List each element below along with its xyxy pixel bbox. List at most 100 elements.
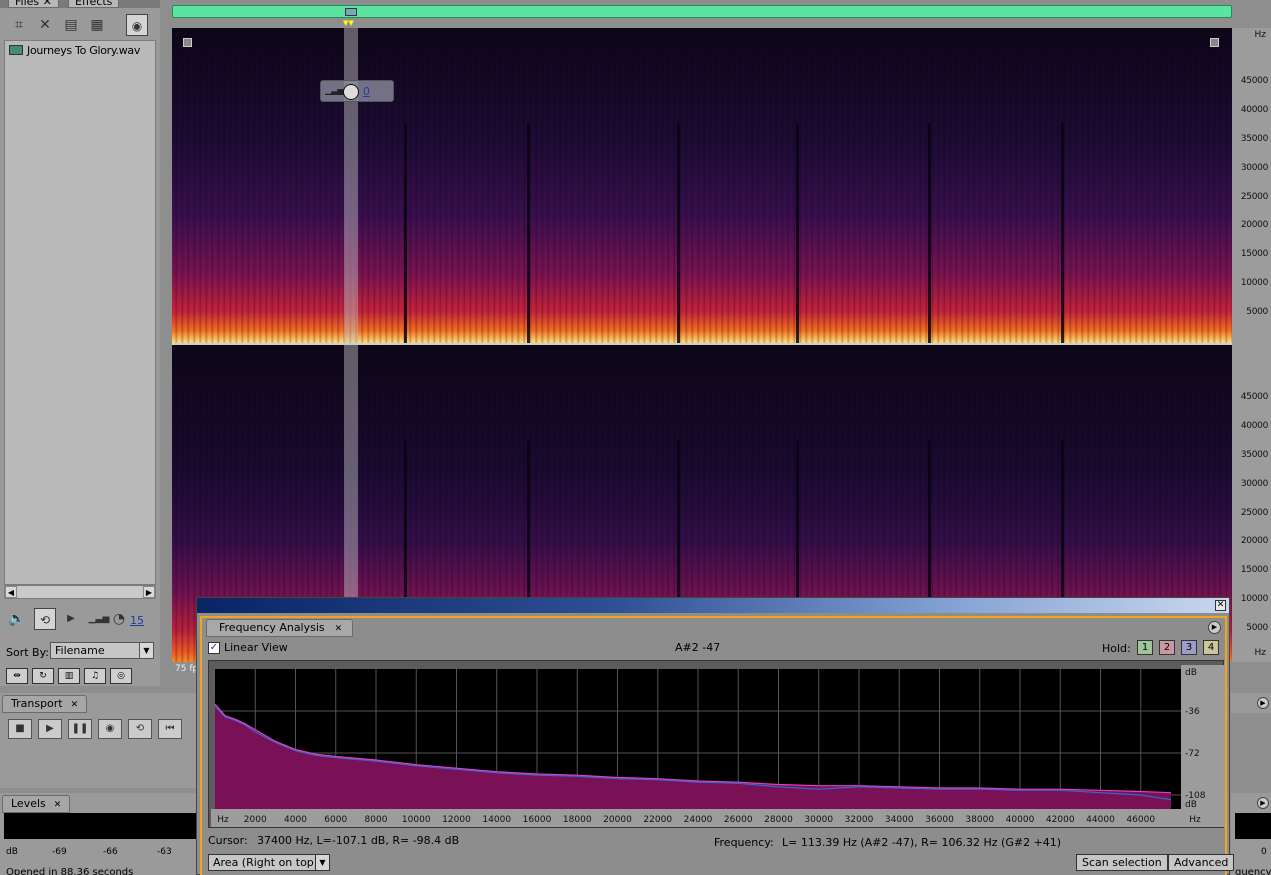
hz-tick-label: 20000 — [1240, 536, 1268, 547]
spectrum-plot-frame: Hz 2000 4000 6000 8000 10000 12000 14000 16000 18… — [208, 660, 1225, 828]
waveform-view-icon[interactable]: ▥ — [58, 668, 80, 684]
hz-tick-label: 40000 — [1240, 104, 1268, 115]
x-tick-label: 24000 — [684, 815, 713, 825]
loop-icon[interactable]: ⟲ — [34, 608, 56, 630]
hz-tick-label: 15000 — [1240, 565, 1268, 576]
show-files-icon[interactable]: ◉ — [126, 14, 148, 36]
x-tick-label: 22000 — [643, 815, 672, 825]
play-from-cursor-button[interactable]: ◉ — [98, 719, 122, 739]
play-preview-icon[interactable]: ▶ — [60, 608, 82, 630]
autoplay-speaker-icon[interactable]: 🔈 — [6, 608, 28, 630]
tab-effects[interactable]: Effects — [68, 0, 120, 8]
panel-menu-icon[interactable]: ▶ — [1257, 697, 1269, 709]
insert-multitrack-icon[interactable]: ▤ — [60, 14, 82, 36]
x-tick-label: 44000 — [1086, 815, 1115, 825]
hz-unit-upper: Hz — [1254, 30, 1267, 40]
x-tick-label: 16000 — [523, 815, 552, 825]
hz-tick-label: 15000 — [1240, 249, 1268, 260]
hold-button-3[interactable]: 3 — [1181, 640, 1197, 655]
hz-tick-label: 45000 — [1240, 76, 1268, 86]
levels-panel: Levels ✕ dB -69 -66 -63 Opened in 88.36 s… — [0, 793, 200, 875]
spectral-editor: ▁▃▅ 0 75 fp ▼▼ Hz 45000 40000 35000 30000 25… — [165, 0, 1271, 686]
linear-view-checkbox[interactable]: ✓ — [208, 642, 220, 654]
graph-type-select[interactable]: Area (Right on top) ▼ — [208, 854, 330, 871]
spectrogram-display[interactable]: ▁▃▅ 0 75 fp — [172, 28, 1232, 674]
hold-button-4[interactable]: 4 — [1203, 640, 1219, 655]
cursor-label: Cursor: — [208, 834, 248, 847]
note-readout: A#2 -47 — [675, 641, 721, 654]
sort-select[interactable]: Filename ▼ — [50, 642, 154, 659]
sort-label: Sort By: — [6, 646, 50, 659]
auto-select-icon[interactable]: ⇹ — [6, 668, 28, 684]
hud-volume-value[interactable]: 0 — [363, 85, 370, 98]
filter-icon[interactable]: ◎ — [110, 668, 132, 684]
x-tick-label: 4000 — [284, 815, 307, 825]
close-icon[interactable]: ✕ — [1215, 600, 1226, 611]
close-icon[interactable]: ✕ — [54, 800, 62, 810]
x-tick-label: 42000 — [1046, 815, 1075, 825]
go-to-start-button[interactable]: ⏮ — [158, 719, 182, 739]
preview-volume-value[interactable]: 15 — [130, 614, 144, 627]
level-meter-right — [1235, 813, 1271, 839]
frequency-analysis-panel: Frequency Analysis ✕ ▶ ✓ Linear View A#2 … — [200, 616, 1235, 875]
hz-tick-label: 45000 — [1240, 392, 1268, 402]
loop-play-button[interactable]: ⟲ — [128, 719, 152, 739]
close-icon[interactable]: ✕ — [335, 624, 343, 634]
open-file-icon[interactable]: ⌗ — [8, 14, 30, 36]
x-tick-label: 36000 — [925, 815, 954, 825]
tab-files[interactable]: Files ✕ — [8, 0, 59, 8]
advanced-button[interactable]: Advanced — [1168, 854, 1235, 871]
x-tick-label: 10000 — [402, 815, 431, 825]
level-tick: dB — [6, 847, 18, 857]
files-tab-strip: Files ✕ Effects — [0, 0, 160, 8]
x-unit-label: Hz — [217, 815, 229, 825]
overview-playhead-handle[interactable] — [345, 8, 357, 16]
left-channel-spectrogram[interactable] — [172, 28, 1232, 343]
x-tick-label: 20000 — [603, 815, 632, 825]
x-tick-label: 40000 — [1006, 815, 1035, 825]
chevron-down-icon: ▼ — [139, 643, 153, 658]
x-tick-label: 18000 — [563, 815, 592, 825]
insert-cd-icon[interactable]: ▦ — [86, 14, 108, 36]
close-icon[interactable]: ✕ — [71, 700, 79, 710]
file-item-journeys-to-glory[interactable]: Journeys To Glory.wav — [27, 44, 140, 57]
tab-levels[interactable]: Levels ✕ — [2, 795, 71, 813]
frequency-analysis-window: ✕ Frequency Analysis ✕ ▶ ✓ Linear View A#… — [196, 597, 1235, 875]
volume-knob-icon[interactable]: ◔ — [108, 608, 130, 630]
level-meter — [4, 813, 200, 839]
tab-transport[interactable]: Transport ✕ — [2, 695, 88, 713]
play-button[interactable]: ▶ — [38, 719, 62, 739]
wav-file-icon — [9, 45, 23, 55]
hz-tick-label: 25000 — [1240, 191, 1268, 202]
file-list-scrollbar[interactable]: ◀ ▶ — [4, 585, 156, 599]
y-tick-label: -36 — [1185, 707, 1200, 717]
scroll-right-icon[interactable]: ▶ — [143, 586, 155, 598]
hold-button-1[interactable]: 1 — [1137, 640, 1153, 655]
playhead-cursor[interactable] — [344, 28, 358, 662]
scan-selection-button[interactable]: Scan selection — [1076, 854, 1168, 871]
close-file-icon[interactable]: ✕ — [34, 14, 56, 36]
level-tick: -63 — [157, 847, 172, 857]
level-tick: -69 — [52, 847, 67, 857]
tab-frequency-analysis[interactable]: Frequency Analysis ✕ — [206, 619, 354, 637]
corner-resize-right-icon[interactable] — [1210, 38, 1219, 47]
midi-icon[interactable]: ♫ — [84, 668, 106, 684]
hud-volume-knob-icon[interactable] — [343, 84, 359, 100]
spectrum-plot[interactable]: Hz 2000 4000 6000 8000 10000 12000 14000 16000 18… — [211, 665, 1225, 827]
hold-button-2[interactable]: 2 — [1159, 640, 1175, 655]
hz-tick-label: 40000 — [1240, 420, 1268, 431]
volume-hud[interactable]: ▁▃▅ 0 — [320, 80, 394, 102]
x-tick-label: 46000 — [1126, 815, 1155, 825]
floating-titlebar[interactable]: ✕ — [197, 598, 1229, 613]
auto-loop-icon[interactable]: ↻ — [32, 668, 54, 684]
hz-tick-label: 35000 — [1240, 449, 1268, 460]
scroll-left-icon[interactable]: ◀ — [5, 586, 17, 598]
corner-resize-left-icon[interactable] — [183, 38, 192, 47]
panel-menu-icon[interactable]: ▶ — [1208, 621, 1221, 634]
stop-button[interactable]: ■ — [8, 719, 32, 739]
level-tick: -66 — [103, 847, 118, 857]
zoom-overview-bar[interactable] — [172, 5, 1232, 18]
pause-button[interactable]: ❚❚ — [68, 719, 92, 739]
hz-tick-label: 30000 — [1240, 162, 1268, 173]
panel-menu-icon[interactable]: ▶ — [1257, 797, 1269, 809]
